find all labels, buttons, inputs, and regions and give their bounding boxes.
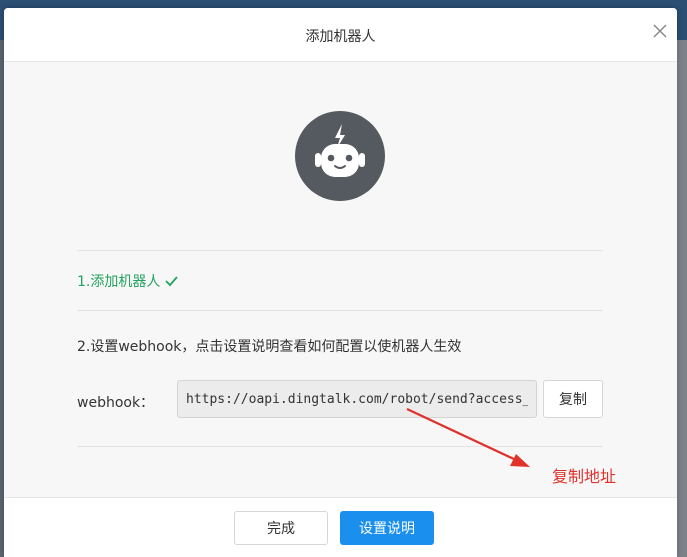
webhook-url-input[interactable] — [177, 380, 537, 418]
dialog-header: 添加机器人 — [4, 8, 677, 62]
done-button[interactable]: 完成 — [234, 511, 328, 545]
close-icon — [653, 24, 667, 38]
dialog-body: 1.添加机器人 2.设置webhook，点击设置说明查看如何配置以使机器人生效 … — [4, 62, 677, 497]
dialog-footer: 完成 设置说明 — [4, 497, 677, 557]
divider — [77, 250, 603, 251]
add-robot-dialog: 添加机器人 1.添加机器人 2.设置webhook，点击设置说明查看如何配置以使… — [4, 8, 677, 557]
close-button[interactable] — [651, 22, 669, 40]
dialog-title: 添加机器人 — [305, 29, 376, 45]
step-1-status: 1.添加机器人 — [77, 271, 179, 291]
webhook-label: webhook： — [77, 395, 155, 411]
robot-avatar — [295, 111, 385, 201]
divider — [77, 310, 603, 311]
annotation-copy-address: 复制地址 — [552, 467, 617, 486]
check-icon — [165, 276, 179, 287]
robot-icon — [315, 124, 365, 177]
step-2-instruction: 2.设置webhook，点击设置说明查看如何配置以使机器人生效 — [77, 339, 462, 355]
divider — [77, 446, 603, 447]
setup-instructions-button[interactable]: 设置说明 — [340, 511, 434, 545]
step-1-label: 1.添加机器人 — [77, 274, 161, 290]
copy-button[interactable]: 复制 — [543, 380, 603, 418]
